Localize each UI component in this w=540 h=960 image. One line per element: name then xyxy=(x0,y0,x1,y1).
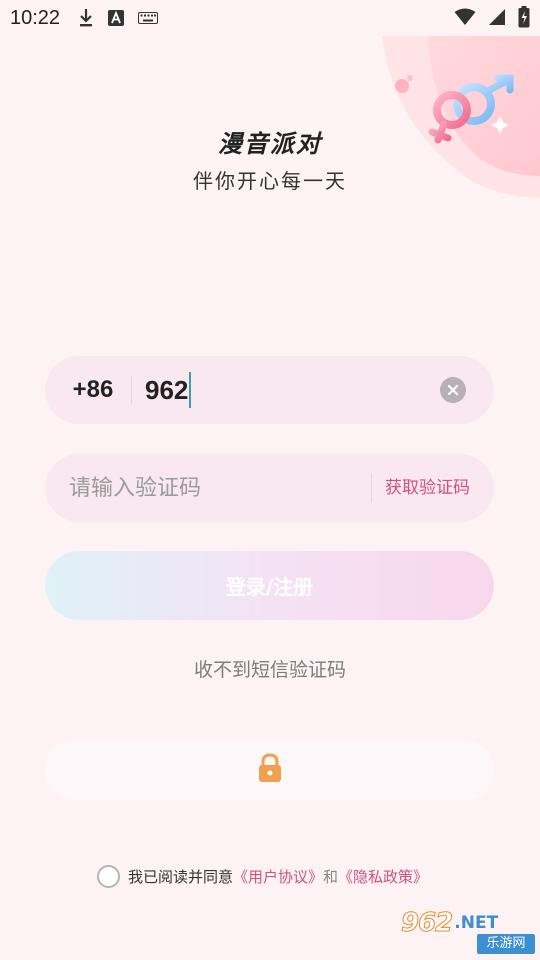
watermark-logo: 962 .NET 乐游网 xyxy=(400,908,535,956)
agreement-and: 和 xyxy=(323,867,339,886)
watermark-sub: 乐游网 xyxy=(477,934,535,954)
download-icon xyxy=(78,8,94,28)
app-title: 漫音派对 xyxy=(218,130,322,158)
no-sms-link[interactable]: 收不到短信验证码 xyxy=(0,655,540,682)
get-code-button[interactable]: 获取验证码 xyxy=(385,454,470,522)
agreement-checkbox[interactable] xyxy=(97,864,120,888)
keyboard-icon xyxy=(138,12,159,24)
phone-input-value: 962 xyxy=(145,374,189,405)
agreement-row: 我已阅读并同意 《用户协议》 和 《隐私政策》 xyxy=(97,863,428,889)
login-register-button[interactable]: 登录/注册 xyxy=(45,551,494,620)
phone-input[interactable]: 962 xyxy=(145,372,192,408)
app-subtitle: 伴你开心每一天 xyxy=(193,169,347,193)
agreement-prefix: 我已阅读并同意 xyxy=(128,867,234,886)
battery-icon xyxy=(518,6,530,33)
text-a-icon xyxy=(108,10,125,26)
field-divider xyxy=(131,376,132,404)
field-divider xyxy=(371,474,372,502)
text-caret xyxy=(189,372,192,408)
wifi-icon xyxy=(454,8,476,31)
phone-field[interactable]: +86 962 xyxy=(45,356,494,424)
verification-code-field: 获取验证码 xyxy=(45,454,494,522)
status-right xyxy=(454,6,530,33)
signal-icon xyxy=(488,8,506,31)
header: 漫音派对 伴你开心每一天 xyxy=(0,124,540,194)
lock-icon xyxy=(258,753,282,787)
watermark-domain: .NET xyxy=(454,913,499,933)
verification-code-input[interactable] xyxy=(69,475,359,501)
user-agreement-link[interactable]: 《用户协议》 xyxy=(233,866,323,887)
status-time: 10:22 xyxy=(10,6,61,29)
country-code-selector[interactable]: +86 xyxy=(45,376,131,404)
privacy-policy-link[interactable]: 《隐私政策》 xyxy=(338,866,428,887)
watermark-number: 962 xyxy=(400,908,453,939)
status-bar: 10:22 xyxy=(0,0,540,36)
lock-button[interactable] xyxy=(45,740,494,800)
close-circle-icon[interactable] xyxy=(440,377,466,403)
